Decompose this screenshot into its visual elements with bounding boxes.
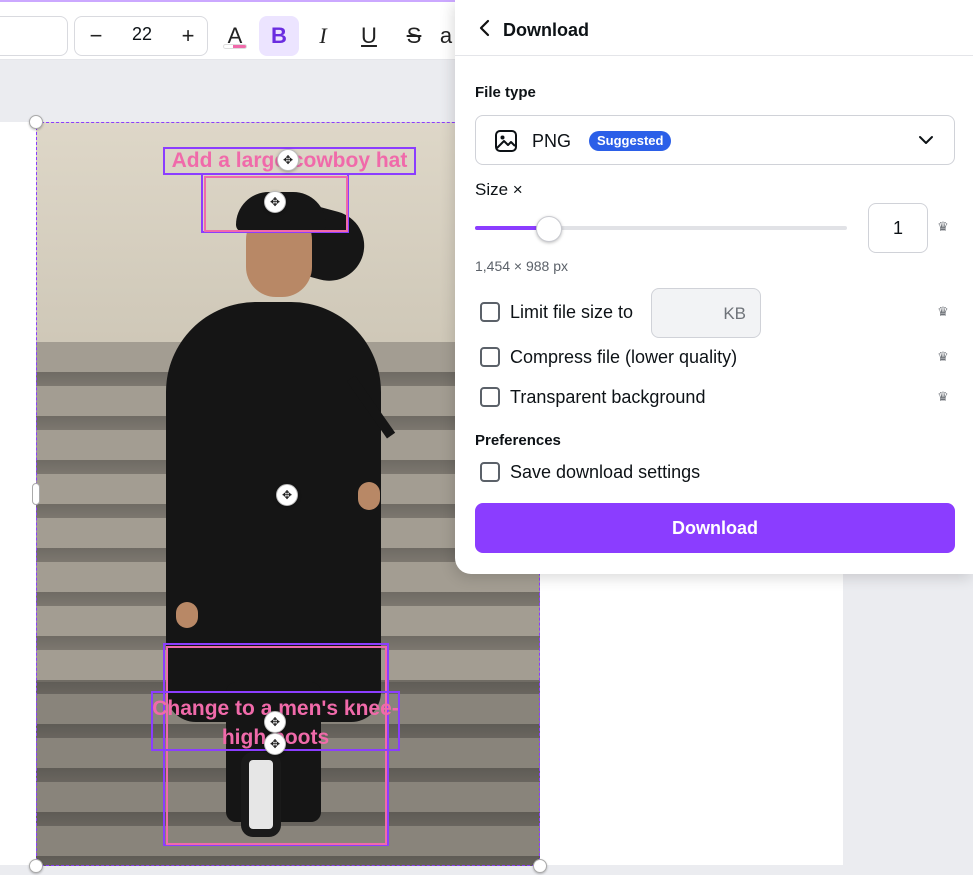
move-icon[interactable]: ✥ [264, 733, 286, 755]
download-button[interactable]: Download [475, 503, 955, 553]
compress-label: Compress file (lower quality) [510, 347, 738, 367]
limit-file-size-label: Limit file size to [510, 302, 634, 322]
strikethrough-button[interactable]: S [394, 16, 434, 56]
bold-button[interactable]: B [259, 16, 299, 56]
kb-suffix: KB [723, 304, 746, 323]
decrease-font-size-button[interactable]: − [76, 16, 116, 56]
resize-handle-bottom-right[interactable] [533, 859, 547, 873]
image-icon [494, 129, 518, 153]
size-slider-thumb[interactable] [536, 216, 563, 242]
resize-handle-left[interactable] [32, 483, 40, 505]
move-icon[interactable]: ✥ [264, 711, 286, 733]
file-size-kb-input[interactable]: KB [651, 288, 761, 338]
size-label: Size × [475, 180, 523, 199]
file-type-label: File type [475, 84, 536, 101]
crown-icon: ♛ [937, 219, 949, 234]
crown-icon: ♛ [937, 304, 949, 319]
increase-font-size-button[interactable]: + [168, 16, 208, 56]
preferences-label: Preferences [475, 432, 561, 449]
crown-icon: ♛ [937, 389, 949, 404]
text-color-button[interactable]: A [215, 16, 255, 56]
panel-header: Download [455, 0, 973, 56]
file-type-value: PNG [532, 131, 572, 151]
move-icon[interactable]: ✥ [264, 191, 286, 213]
transparent-label: Transparent background [510, 387, 706, 407]
size-input[interactable]: 1 [868, 203, 928, 253]
size-slider-track[interactable] [475, 226, 847, 230]
dimensions-text: 1,454 × 988 px [475, 258, 569, 274]
limit-file-size-checkbox[interactable] [480, 302, 500, 322]
suggested-badge: Suggested [589, 131, 672, 151]
resize-handle-bottom-left[interactable] [29, 859, 43, 873]
underline-button[interactable]: U [349, 16, 389, 56]
compress-checkbox[interactable] [480, 347, 500, 367]
save-settings-label: Save download settings [510, 462, 701, 482]
file-type-select[interactable]: PNG Suggested [475, 115, 955, 165]
chevron-left-icon[interactable] [473, 16, 497, 40]
panel-title: Download [503, 20, 589, 40]
font-size-value[interactable]: 22 [118, 24, 166, 45]
move-icon[interactable]: ✥ [277, 149, 299, 171]
crown-icon: ♛ [937, 349, 949, 364]
text-color-swatch [223, 44, 247, 49]
download-panel: Download File type PNG Suggested Size × … [455, 0, 973, 574]
resize-handle-top-left[interactable] [29, 115, 43, 129]
save-settings-checkbox[interactable] [480, 462, 500, 482]
italic-button[interactable]: I [303, 16, 343, 56]
move-icon[interactable]: ✥ [276, 484, 298, 506]
transparent-checkbox[interactable] [480, 387, 500, 407]
font-family-select[interactable] [0, 16, 68, 56]
chevron-down-icon [916, 130, 936, 150]
